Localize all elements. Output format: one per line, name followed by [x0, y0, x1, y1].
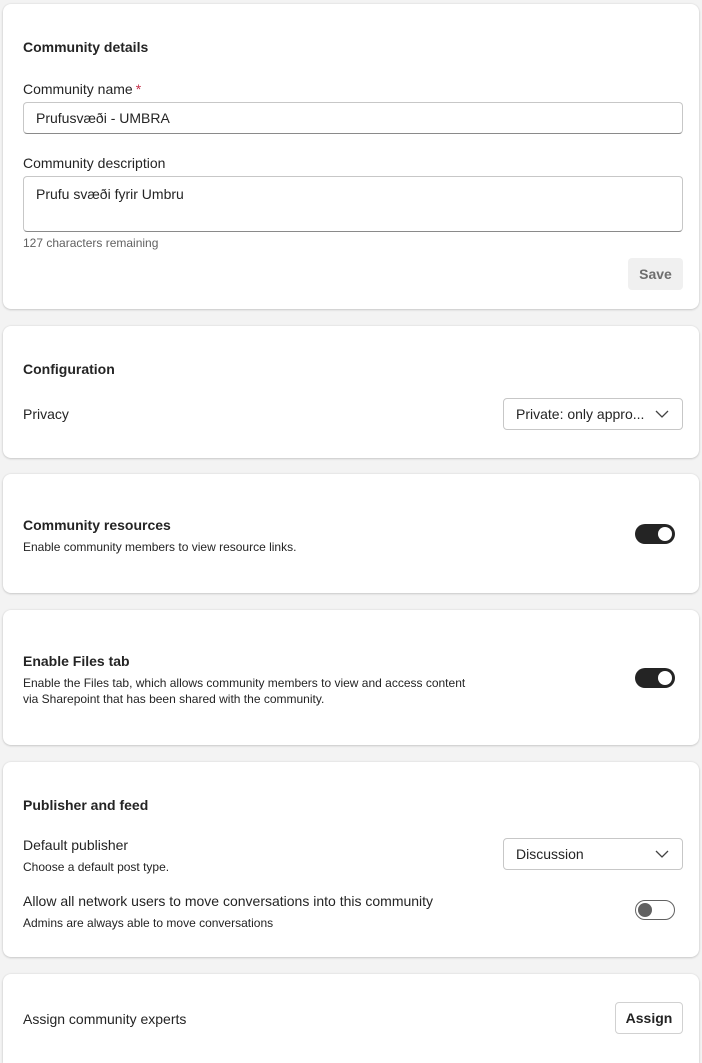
move-conversations-toggle[interactable]	[635, 900, 675, 920]
files-tab-heading: Enable Files tab	[23, 653, 130, 669]
files-tab-toggle[interactable]	[635, 668, 675, 688]
default-publisher-value: Discussion	[516, 846, 584, 862]
assign-experts-label: Assign community experts	[23, 1011, 187, 1027]
community-resources-description: Enable community members to view resourc…	[23, 540, 297, 554]
publisher-feed-card: Publisher and feed Default publisher Cho…	[3, 762, 699, 957]
community-name-input[interactable]: Prufusvæði - UMBRA	[23, 102, 683, 134]
chevron-down-icon	[655, 410, 669, 418]
characters-remaining: 127 characters remaining	[23, 236, 159, 250]
toggle-knob	[658, 671, 672, 685]
required-marker: *	[135, 81, 142, 97]
community-details-heading: Community details	[23, 39, 149, 55]
assign-button[interactable]: Assign	[615, 1002, 683, 1034]
toggle-knob	[658, 527, 672, 541]
files-tab-description-line2: via Sharepoint that has been shared with…	[23, 692, 325, 706]
community-name-label: Community name *	[23, 81, 141, 97]
move-conversations-label: Allow all network users to move conversa…	[23, 893, 434, 909]
community-name-label-text: Community name	[23, 81, 133, 97]
files-tab-description: Enable the Files tab, which allows commu…	[23, 675, 465, 707]
privacy-value: Private: only appro...	[516, 406, 645, 422]
publisher-feed-heading: Publisher and feed	[23, 797, 149, 813]
configuration-heading: Configuration	[23, 361, 115, 377]
files-tab-card: Enable Files tab Enable the Files tab, w…	[3, 610, 699, 745]
community-description-label: Community description	[23, 155, 166, 171]
default-publisher-hint: Choose a default post type.	[23, 860, 170, 874]
community-resources-heading: Community resources	[23, 517, 171, 533]
save-button[interactable]: Save	[628, 258, 683, 290]
chevron-down-icon	[655, 850, 669, 858]
community-name-value: Prufusvæði - UMBRA	[36, 110, 170, 126]
configuration-card: Configuration Privacy Private: only appr…	[3, 326, 699, 458]
toggle-knob	[638, 903, 652, 917]
community-description-value: Prufu svæði fyrir Umbru	[36, 186, 184, 202]
move-conversations-hint: Admins are always able to move conversat…	[23, 916, 274, 930]
community-description-textarea[interactable]: Prufu svæði fyrir Umbru	[23, 176, 683, 232]
privacy-dropdown[interactable]: Private: only appro...	[503, 398, 683, 430]
default-publisher-dropdown[interactable]: Discussion	[503, 838, 683, 870]
files-tab-description-line1: Enable the Files tab, which allows commu…	[23, 676, 466, 690]
privacy-label: Privacy	[23, 406, 69, 422]
community-resources-card: Community resources Enable community mem…	[3, 474, 699, 593]
default-publisher-label: Default publisher	[23, 837, 129, 853]
community-resources-toggle[interactable]	[635, 524, 675, 544]
community-details-card: Community details Community name * Prufus…	[3, 4, 699, 309]
experts-card: Assign community experts Assign	[3, 974, 699, 1063]
